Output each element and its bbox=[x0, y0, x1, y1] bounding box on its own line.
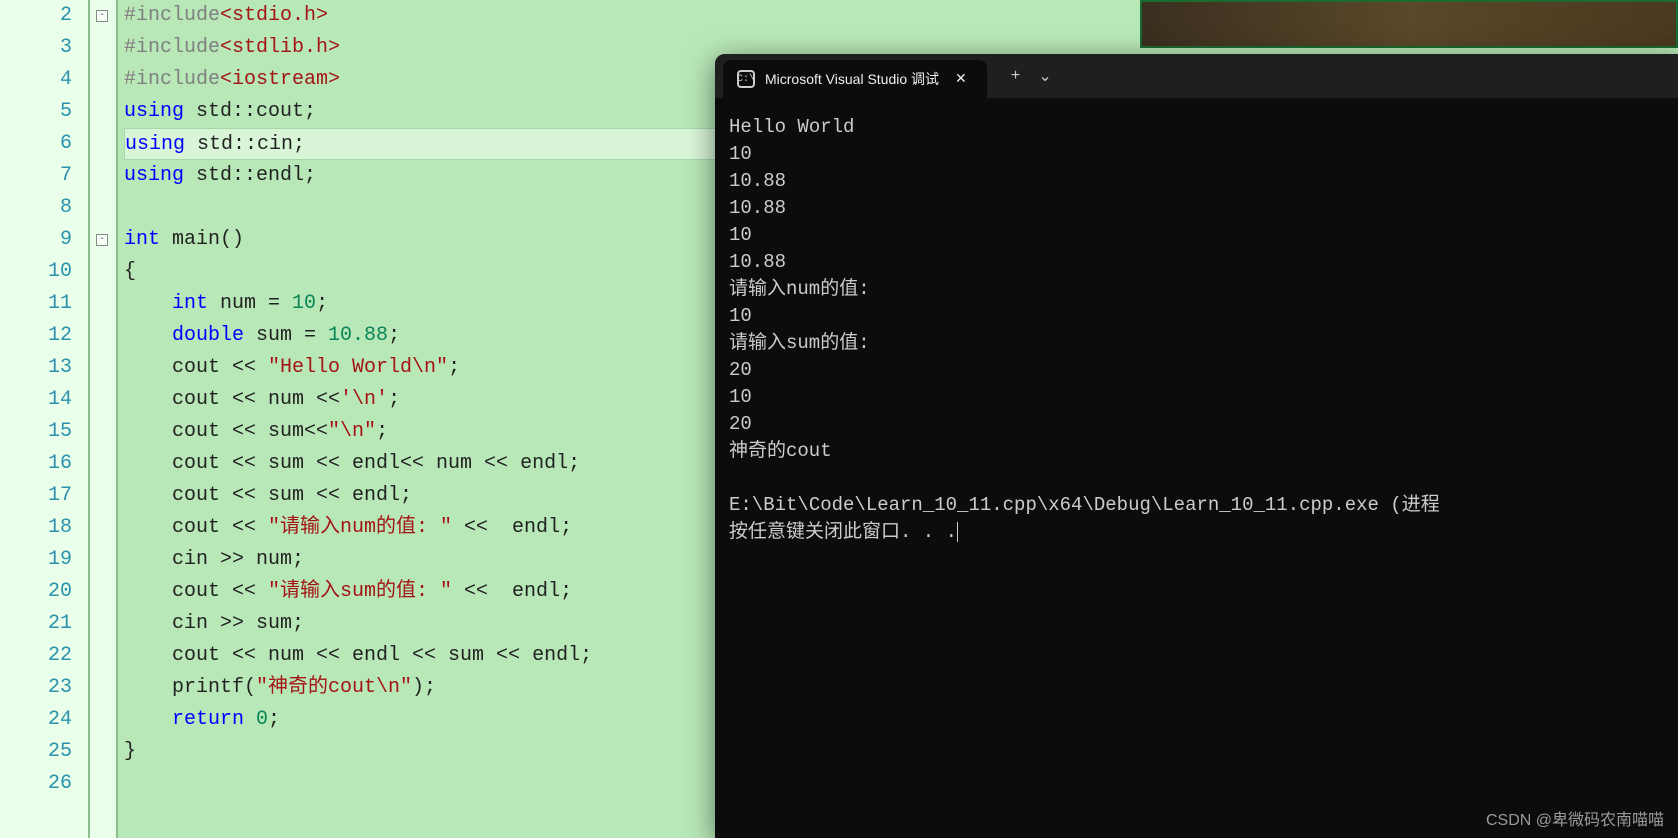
terminal-icon: C:\ bbox=[737, 70, 755, 88]
line-number: 7 bbox=[0, 160, 72, 192]
line-number: 18 bbox=[0, 512, 72, 544]
line-number: 10 bbox=[0, 256, 72, 288]
fold-toggle-icon[interactable]: - bbox=[96, 10, 108, 22]
terminal-output[interactable]: Hello World 10 10.88 10.88 10 10.88 请输入n… bbox=[715, 98, 1678, 562]
line-number: 20 bbox=[0, 576, 72, 608]
line-number: 14 bbox=[0, 384, 72, 416]
line-number: 23 bbox=[0, 672, 72, 704]
line-number: 25 bbox=[0, 736, 72, 768]
fold-toggle-icon[interactable]: - bbox=[96, 234, 108, 246]
line-number: 5 bbox=[0, 96, 72, 128]
tab-dropdown-icon[interactable]: ⌄ bbox=[1038, 66, 1051, 86]
line-number: 22 bbox=[0, 640, 72, 672]
line-number: 16 bbox=[0, 448, 72, 480]
line-number: 21 bbox=[0, 608, 72, 640]
line-number: 15 bbox=[0, 416, 72, 448]
line-number: 11 bbox=[0, 288, 72, 320]
terminal-window: C:\ Microsoft Visual Studio 调试 ✕ + ⌄ Hel… bbox=[715, 54, 1678, 838]
line-number: 2 bbox=[0, 0, 72, 32]
line-number-gutter: 2345678910111213141516171819202122232425… bbox=[0, 0, 90, 838]
close-icon[interactable]: ✕ bbox=[949, 71, 973, 88]
line-number: 12 bbox=[0, 320, 72, 352]
line-number: 6 bbox=[0, 128, 72, 160]
line-number: 4 bbox=[0, 64, 72, 96]
new-tab-button[interactable]: + bbox=[1011, 67, 1021, 85]
terminal-title-bar[interactable]: C:\ Microsoft Visual Studio 调试 ✕ + ⌄ bbox=[715, 54, 1678, 98]
terminal-tab-title: Microsoft Visual Studio 调试 bbox=[765, 69, 939, 89]
code-line[interactable]: #include<stdio.h> bbox=[124, 0, 1140, 32]
line-number: 26 bbox=[0, 768, 72, 800]
watermark: CSDN @卑微码农南喵喵 bbox=[1486, 806, 1664, 830]
fold-margin: -- bbox=[90, 0, 118, 838]
line-number: 8 bbox=[0, 192, 72, 224]
line-number: 24 bbox=[0, 704, 72, 736]
preview-thumbnail bbox=[1140, 0, 1678, 48]
line-number: 13 bbox=[0, 352, 72, 384]
line-number: 9 bbox=[0, 224, 72, 256]
line-number: 19 bbox=[0, 544, 72, 576]
cursor bbox=[957, 522, 958, 542]
line-number: 17 bbox=[0, 480, 72, 512]
terminal-tab[interactable]: C:\ Microsoft Visual Studio 调试 ✕ bbox=[723, 60, 987, 98]
terminal-title-actions: + ⌄ bbox=[987, 54, 1052, 98]
line-number: 3 bbox=[0, 32, 72, 64]
